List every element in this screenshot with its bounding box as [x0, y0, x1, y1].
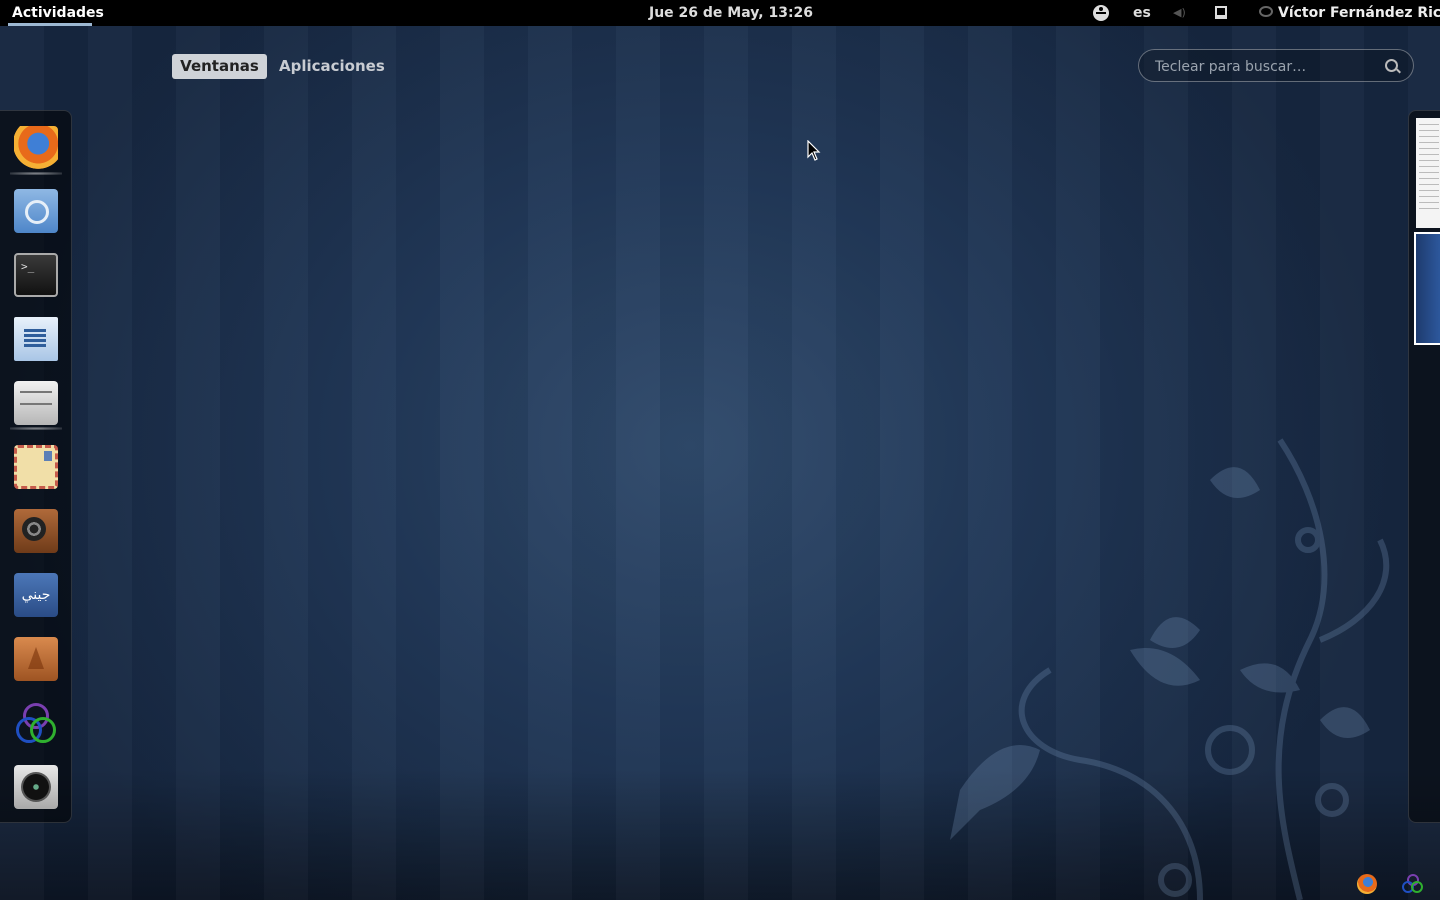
camera-icon[interactable] — [14, 765, 58, 809]
sound-player-icon[interactable] — [14, 509, 58, 553]
tray-rings-app-icon[interactable] — [1402, 874, 1424, 894]
libreoffice-writer-icon[interactable] — [14, 317, 58, 361]
floral-decoration — [950, 438, 1390, 900]
tab-windows[interactable]: Ventanas — [172, 54, 267, 79]
volume-icon[interactable]: ◀) — [1173, 7, 1186, 19]
arabic-app-icon[interactable]: جيني — [14, 573, 58, 617]
workspace-thumbnail-2[interactable] — [1414, 232, 1440, 345]
chromium-icon[interactable] — [14, 189, 58, 233]
tray-firefox-icon[interactable] — [1357, 874, 1377, 894]
keyboard-layout[interactable]: es — [1133, 4, 1151, 22]
activities-indicator — [8, 23, 92, 26]
rings-app-icon[interactable] — [14, 701, 58, 745]
workspace-thumbnail-1[interactable] — [1416, 118, 1440, 228]
network-icon[interactable] — [1215, 6, 1227, 19]
clock[interactable]: Jue 26 de May, 13:26 — [649, 4, 813, 22]
activities-button[interactable]: Actividades — [12, 4, 104, 22]
search-box[interactable] — [1138, 49, 1414, 83]
search-icon — [1385, 59, 1398, 72]
chat-status-icon — [1259, 6, 1273, 17]
tree-app-icon[interactable] — [14, 637, 58, 681]
terminal-icon[interactable]: >_ — [14, 253, 58, 297]
search-input[interactable] — [1153, 50, 1377, 83]
accessibility-icon[interactable] — [1093, 5, 1109, 21]
firefox-icon[interactable] — [10, 126, 62, 175]
file-manager-icon[interactable] — [10, 381, 62, 430]
user-menu[interactable]: Víctor Fernández Rico — [1278, 4, 1440, 22]
top-panel: Actividades Jue 26 de May, 13:26 es ◀) V… — [0, 0, 1440, 26]
mail-icon[interactable] — [14, 445, 58, 489]
tab-applications[interactable]: Aplicaciones — [279, 54, 385, 79]
